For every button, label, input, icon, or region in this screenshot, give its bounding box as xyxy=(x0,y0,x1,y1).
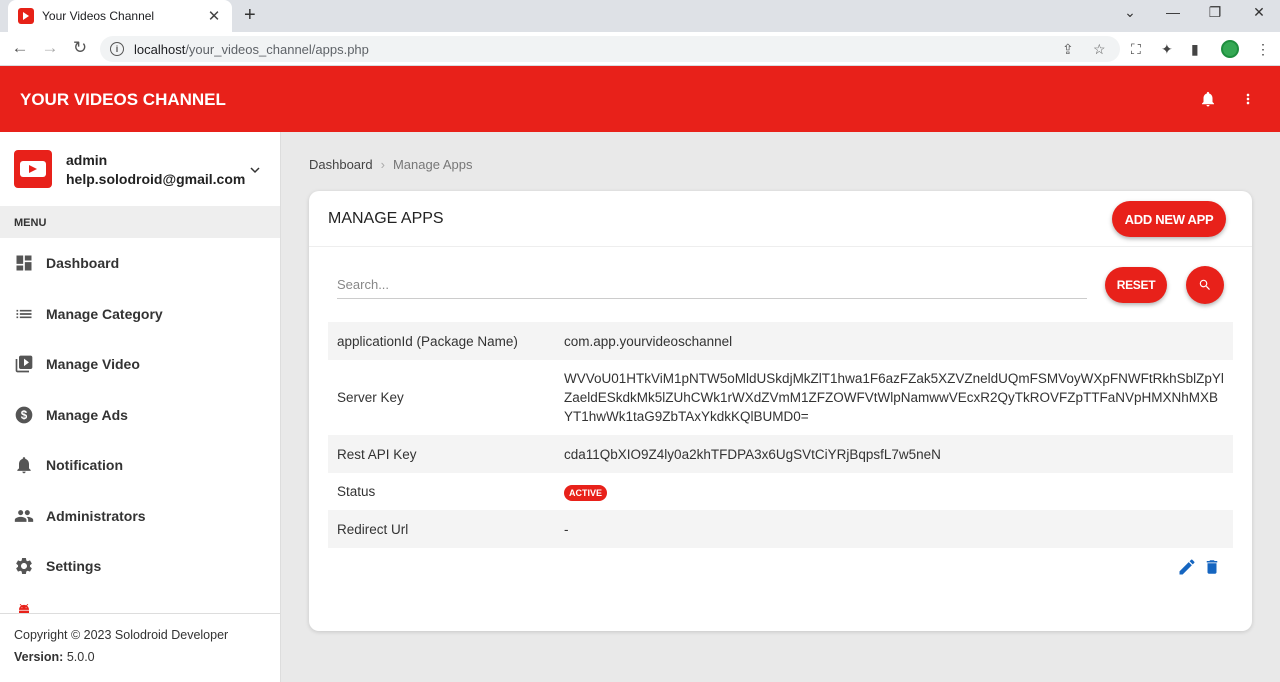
user-info: admin help.solodroid@gmail.com xyxy=(0,132,280,206)
version-text: Version: 5.0.0 xyxy=(14,650,267,664)
edit-icon[interactable] xyxy=(1177,557,1197,577)
more-vert-icon[interactable] xyxy=(1240,90,1256,108)
detail-label: applicationId (Package Name) xyxy=(337,333,518,349)
breadcrumb-dashboard-link[interactable]: Dashboard xyxy=(309,157,373,172)
extensions-icon[interactable]: ✦ xyxy=(1161,41,1173,58)
back-icon[interactable]: ← xyxy=(9,38,31,58)
sidebar-item-label: Manage Video xyxy=(46,356,140,372)
table-row: applicationId (Package Name) com.app.you… xyxy=(328,322,1233,360)
delete-icon[interactable] xyxy=(1203,557,1221,577)
bell-icon xyxy=(17,457,31,474)
table-row: Server Key WVVoU01HTkViM1pNTW5oMldUSkdjM… xyxy=(328,360,1233,435)
app-header: YOUR VIDEOS CHANNEL xyxy=(0,66,1280,132)
version-label: Version: xyxy=(14,650,64,664)
side-panel-icon[interactable]: ▮ xyxy=(1191,41,1199,58)
reload-icon[interactable]: ↻ xyxy=(69,38,91,58)
sidebar-footer: Copyright © 2023 Solodroid Developer Ver… xyxy=(0,613,280,682)
table-row: Rest API Key cda11QbXIO9Z4ly0a2khTFDPA3x… xyxy=(328,435,1233,473)
user-name: admin xyxy=(66,152,108,168)
sidebar-item-label: Administrators xyxy=(46,508,146,524)
breadcrumb: Dashboard › Manage Apps xyxy=(309,157,472,172)
sidebar-item-dashboard[interactable]: Dashboard xyxy=(0,238,280,288)
detail-label: Redirect Url xyxy=(337,521,409,537)
new-tab-icon[interactable]: + xyxy=(244,4,256,27)
detail-value: cda11QbXIO9Z4ly0a2khTFDPA3x6UgSVtCiYRjBq… xyxy=(564,446,941,462)
address-bar[interactable]: i localhost/your_videos_channel/apps.php… xyxy=(100,36,1120,62)
people-icon xyxy=(14,510,34,522)
search-button[interactable] xyxy=(1186,266,1224,304)
sidebar-item-notification[interactable]: Notification xyxy=(0,440,280,490)
manage-apps-card: MANAGE APPS ADD NEW APP RESET applicatio… xyxy=(309,191,1252,631)
forward-icon[interactable]: → xyxy=(39,38,61,58)
close-tab-icon[interactable]: ✕ xyxy=(206,7,222,25)
url-path: /your_videos_channel/apps.php xyxy=(185,41,369,57)
table-row: Status ACTIVE xyxy=(328,473,1233,510)
detail-value: com.app.yourvideoschannel xyxy=(564,333,733,349)
favicon-icon xyxy=(18,8,34,24)
bookmark-star-icon[interactable]: ☆ xyxy=(1093,41,1106,58)
list-icon xyxy=(16,309,32,319)
search-input[interactable] xyxy=(337,271,1087,299)
profile-avatar[interactable] xyxy=(1221,40,1239,58)
sidebar-item-manage-ads[interactable]: $ Manage Ads xyxy=(0,390,280,440)
detail-label: Server Key xyxy=(337,390,404,405)
sidebar-item-label: Manage Category xyxy=(46,306,163,322)
share-icon[interactable]: ⇪ xyxy=(1062,41,1074,58)
gear-icon xyxy=(16,558,32,574)
tab-title: Your Videos Channel xyxy=(42,9,155,23)
browser-tab[interactable]: Your Videos Channel ✕ xyxy=(8,0,232,32)
app-title[interactable]: YOUR VIDEOS CHANNEL xyxy=(20,90,226,110)
chevron-down-icon[interactable] xyxy=(249,164,261,176)
copyright-text: Copyright © 2023 Solodroid Developer xyxy=(14,628,229,642)
sidebar-item-settings[interactable]: Settings xyxy=(0,541,280,591)
sidebar-item-manage-video[interactable]: Manage Video xyxy=(0,339,280,389)
browser-tabbar: Your Videos Channel ✕ + ⌄ — ❐ ✕ xyxy=(0,0,1280,32)
site-info-icon[interactable]: i xyxy=(110,42,124,56)
url-host: localhost xyxy=(134,41,186,57)
minimize-icon[interactable]: — xyxy=(1150,4,1196,20)
close-window-icon[interactable]: ✕ xyxy=(1236,4,1280,21)
sidebar-item-label: Notification xyxy=(46,457,123,473)
avatar xyxy=(14,150,52,188)
user-email: help.solodroid@gmail.com xyxy=(66,171,246,187)
browser-toolbar: ← → ↻ i localhost/your_videos_channel/ap… xyxy=(0,32,1280,66)
search-icon xyxy=(1199,279,1210,290)
sidebar-item-label: Dashboard xyxy=(46,255,120,271)
screenshot-icon[interactable]: ⛶ xyxy=(1131,41,1141,58)
restore-icon[interactable]: ❐ xyxy=(1192,4,1238,21)
sidebar-item-manage-category[interactable]: Manage Category xyxy=(0,289,280,339)
page-title: MANAGE APPS xyxy=(328,210,444,227)
app-details-table: applicationId (Package Name) com.app.you… xyxy=(328,322,1233,548)
card-header: MANAGE APPS ADD NEW APP xyxy=(309,191,1252,247)
svg-text:$: $ xyxy=(21,409,28,422)
dollar-icon: $ xyxy=(15,406,33,424)
sidebar: admin help.solodroid@gmail.com MENU Dash… xyxy=(0,132,281,682)
notification-bell-icon[interactable] xyxy=(1199,90,1217,108)
sidebar-item-label: Manage Ads xyxy=(46,407,128,423)
breadcrumb-separator-icon: › xyxy=(380,157,385,172)
detail-value: - xyxy=(564,521,569,537)
add-new-app-button[interactable]: ADD NEW APP xyxy=(1112,201,1226,237)
browser-menu-icon[interactable]: ⋮ xyxy=(1256,41,1270,58)
detail-label: Status xyxy=(337,484,376,499)
sidebar-item-administrators[interactable]: Administrators xyxy=(0,491,280,541)
detail-value: WVVoU01HTkViM1pNTW5oMldUSkdjMkZlT1hwa1F6… xyxy=(564,371,1224,424)
video-library-icon xyxy=(15,355,33,373)
tab-search-icon[interactable]: ⌄ xyxy=(1107,4,1153,21)
table-row: Redirect Url - xyxy=(328,510,1233,548)
breadcrumb-current: Manage Apps xyxy=(392,157,473,172)
dashboard-icon xyxy=(16,255,32,271)
sidebar-item-label: Settings xyxy=(46,558,102,574)
reset-button[interactable]: RESET xyxy=(1105,267,1167,303)
version-value: 5.0.0 xyxy=(66,650,95,664)
menu-header: MENU xyxy=(0,206,280,238)
detail-label: Rest API Key xyxy=(337,446,417,462)
status-badge: ACTIVE xyxy=(564,485,608,501)
